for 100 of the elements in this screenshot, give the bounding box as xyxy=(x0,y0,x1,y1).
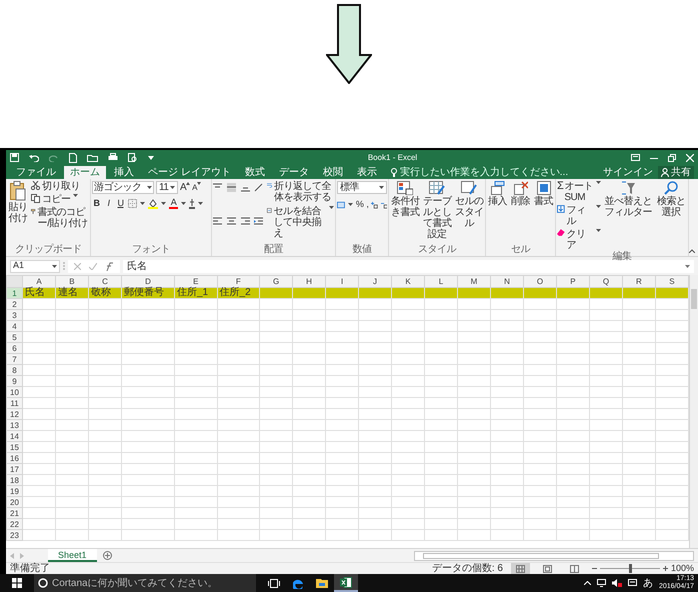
format-button[interactable]: 書式 xyxy=(533,181,554,244)
row-header[interactable]: 19 xyxy=(6,486,22,496)
row-header[interactable]: 1 xyxy=(6,288,22,298)
column-header[interactable]: B xyxy=(55,276,88,288)
percent-button[interactable]: % xyxy=(356,199,364,210)
sort-filter-button[interactable]: 並べ替えとフィルター xyxy=(603,181,653,251)
grow-font-button[interactable]: A xyxy=(180,182,190,193)
ribbon-tab[interactable]: ファイル xyxy=(10,166,62,179)
row-header[interactable]: 2 xyxy=(6,298,22,310)
vertical-scrollbar[interactable] xyxy=(689,275,698,548)
ribbon-tab[interactable]: データ xyxy=(272,166,315,179)
column-header[interactable]: G xyxy=(260,276,293,288)
row-header[interactable]: 10 xyxy=(6,386,22,398)
formula-field[interactable]: 氏名 xyxy=(123,260,694,272)
row-header[interactable]: 23 xyxy=(6,530,22,540)
fill-button[interactable]: フィル xyxy=(557,205,601,227)
copy-button[interactable]: コピー xyxy=(31,194,89,205)
insert-button[interactable]: 挿入 xyxy=(487,181,508,244)
row-header[interactable]: 15 xyxy=(6,442,22,452)
row-header[interactable]: 12 xyxy=(6,408,22,420)
row-header[interactable]: 22 xyxy=(6,518,22,530)
column-header[interactable]: A xyxy=(22,276,56,288)
group-label: フォント xyxy=(131,244,171,256)
find-select-button[interactable]: 検索と選択 xyxy=(655,181,687,251)
column-header[interactable]: D xyxy=(121,276,174,288)
search-box[interactable]: Cortanaに何か聞いてみてください。 xyxy=(34,574,256,592)
column-header[interactable]: C xyxy=(88,276,122,288)
column-header[interactable]: P xyxy=(556,276,590,288)
paste-button[interactable]: 貼り付け xyxy=(7,181,29,244)
wrap-text-button[interactable]: 折り返して全体を表示する xyxy=(267,181,334,203)
row-header[interactable]: 8 xyxy=(6,364,22,376)
zoom-level[interactable]: 100% xyxy=(670,563,694,574)
row-header[interactable]: 13 xyxy=(6,420,22,430)
column-header[interactable]: L xyxy=(424,276,458,288)
ribbon-tab[interactable]: 表示 xyxy=(350,166,383,179)
font-style-button[interactable]: B xyxy=(92,198,101,209)
row-header[interactable]: 20 xyxy=(6,496,22,508)
row-header[interactable]: 14 xyxy=(6,430,22,442)
column-header[interactable]: M xyxy=(458,276,490,288)
column-header[interactable]: H xyxy=(292,276,326,288)
currency-icon xyxy=(337,200,345,208)
column-header[interactable]: S xyxy=(655,276,688,288)
font-style-button[interactable]: I xyxy=(104,198,113,209)
font-name-dropdown[interactable]: 游ゴシック xyxy=(92,181,154,194)
row-header[interactable]: 21 xyxy=(6,508,22,518)
ribbon-tab[interactable]: 挿入 xyxy=(108,166,140,179)
font-color-button[interactable]: A xyxy=(169,198,178,209)
sort-filter-icon xyxy=(621,181,635,195)
sign-in-link[interactable]: サインイン xyxy=(600,166,656,179)
comma-button[interactable]: , xyxy=(366,199,368,210)
table-button[interactable]: テーブルとして書式設定 xyxy=(422,181,452,244)
share-button[interactable]: 共有 xyxy=(658,166,694,179)
column-header[interactable]: O xyxy=(523,276,556,288)
cell-style-button[interactable]: セルのスタイル xyxy=(454,181,484,244)
cut-button[interactable]: 切り取り xyxy=(31,181,89,192)
row-header[interactable]: 5 xyxy=(6,332,22,342)
font-size-dropdown[interactable]: 11 xyxy=(156,181,178,194)
row-header[interactable]: 16 xyxy=(6,452,22,464)
row-header[interactable]: 11 xyxy=(6,398,22,408)
column-header[interactable]: I xyxy=(326,276,359,288)
column-header[interactable]: R xyxy=(622,276,656,288)
sheet-tab[interactable]: Sheet1 xyxy=(48,549,97,562)
delete-button[interactable]: 削除 xyxy=(510,181,531,244)
undo-icon xyxy=(29,154,39,162)
ribbon-tab[interactable]: ホーム xyxy=(64,166,106,179)
enter-icon xyxy=(89,262,97,270)
row-header[interactable]: 6 xyxy=(6,342,22,354)
row-header[interactable]: 17 xyxy=(6,464,22,474)
column-header[interactable]: F xyxy=(217,276,260,288)
ribbon-tab[interactable]: 校閲 xyxy=(316,166,349,179)
column-header[interactable]: J xyxy=(358,276,392,288)
page-layout-view-icon xyxy=(542,564,552,572)
clear-button[interactable]: クリア xyxy=(557,229,601,251)
name-box[interactable]: A1 xyxy=(10,260,60,272)
merge-center-button[interactable]: セルを結合して中央揃え xyxy=(267,206,334,239)
column-header[interactable]: N xyxy=(490,276,524,288)
row-header[interactable]: 7 xyxy=(6,354,22,364)
row-header[interactable]: 4 xyxy=(6,320,22,332)
shrink-font-button[interactable]: A xyxy=(192,182,202,193)
column-header[interactable]: E xyxy=(174,276,218,288)
font-style-button[interactable]: U xyxy=(116,198,125,209)
normal-view-button[interactable] xyxy=(510,563,530,574)
row-header[interactable]: 9 xyxy=(6,376,22,386)
column-header[interactable]: K xyxy=(392,276,425,288)
format-painter-button[interactable]: 書式のコピー/貼り付け xyxy=(31,207,89,229)
row-header[interactable]: 18 xyxy=(6,474,22,486)
taskbar-app-button[interactable] xyxy=(334,574,358,592)
fill-bucket-icon xyxy=(148,198,158,208)
ime-indicator[interactable]: あ xyxy=(642,578,653,588)
conditional-button[interactable]: 条件付き書式 xyxy=(390,181,420,244)
eraser-icon xyxy=(557,229,565,236)
ribbon-tab[interactable]: ページ レイアウト xyxy=(142,166,237,179)
row-header[interactable]: 3 xyxy=(6,310,22,320)
horizontal-scrollbar[interactable] xyxy=(414,550,694,560)
copy-icon xyxy=(31,194,40,203)
ribbon-tab[interactable]: 数式 xyxy=(238,166,271,179)
number-format-dropdown[interactable]: 標準 xyxy=(337,181,387,194)
slider-thumb[interactable] xyxy=(628,564,632,573)
autosum-button[interactable]: Σオート SUM xyxy=(557,181,601,203)
column-header[interactable]: Q xyxy=(589,276,622,288)
